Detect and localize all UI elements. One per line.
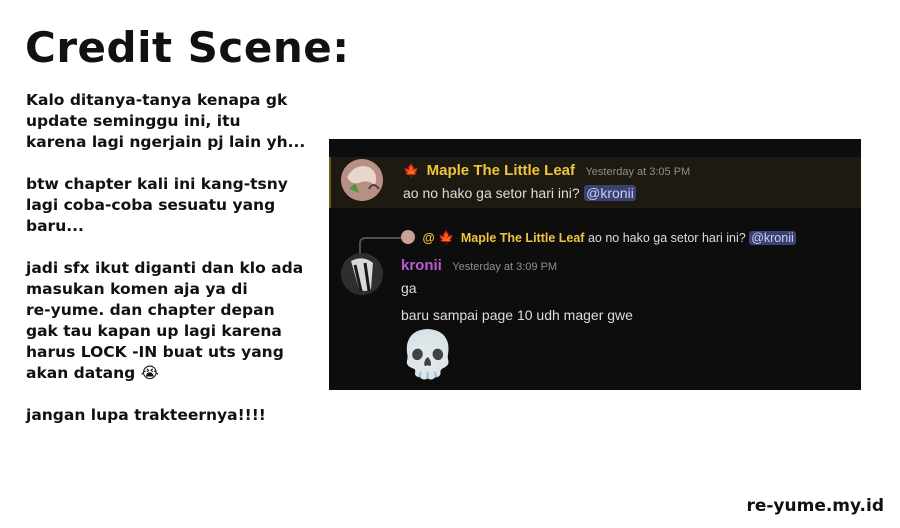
message-text: ao no hako ga setor hari ini? xyxy=(403,185,580,201)
skull-emoji-icon: 💀 xyxy=(399,328,457,380)
chat-message-maple: 🍁 Maple The Little Leaf Yesterday at 3:0… xyxy=(329,157,861,208)
user-mention[interactable]: @kronii xyxy=(584,185,636,201)
site-url: re-yume.my.id xyxy=(746,496,884,516)
timestamp: Yesterday at 3:05 PM xyxy=(585,166,691,178)
chat-screenshot: 🍁 Maple The Little Leaf Yesterday at 3:0… xyxy=(329,139,861,390)
message-header: kronii Yesterday at 3:09 PM xyxy=(401,257,557,275)
maple-leaf-icon: 🍁 xyxy=(403,163,420,178)
message-text: ga xyxy=(401,280,417,296)
timestamp: Yesterday at 3:09 PM xyxy=(452,261,558,273)
avatar[interactable] xyxy=(341,159,383,201)
message-body: ao no hako ga setor hari ini? @kronii xyxy=(403,185,636,203)
page-title: Credit Scene: xyxy=(25,23,350,72)
reply-reference[interactable]: @ 🍁 Maple The Little Leaf ao no hako ga … xyxy=(401,230,796,246)
message-text: baru sampai page 10 udh mager gwe xyxy=(401,307,633,323)
message-header: 🍁 Maple The Little Leaf Yesterday at 3:0… xyxy=(403,162,690,180)
reply-avatar xyxy=(401,230,415,244)
reply-connector xyxy=(359,237,401,253)
avatar[interactable] xyxy=(341,253,383,295)
maple-leaf-icon: 🍁 xyxy=(438,230,455,245)
reply-author: Maple The Little Leaf xyxy=(460,231,585,245)
note-paragraph: jangan lupa trakteernya!!!! xyxy=(26,406,266,424)
note-paragraph: Kalo ditanya-tanya kenapa gk update semi… xyxy=(26,91,306,151)
author-name[interactable]: Maple The Little Leaf xyxy=(427,162,575,179)
reply-mention[interactable]: @kronii xyxy=(749,231,796,245)
note-paragraph: jadi sfx ikut diganti dan klo ada masuka… xyxy=(26,259,304,382)
note-paragraph: btw chapter kali ini kang-tsny lagi coba… xyxy=(26,175,288,235)
notes-text: Kalo ditanya-tanya kenapa gk update semi… xyxy=(26,90,306,447)
reply-text: ao no hako ga setor hari ini? xyxy=(587,231,746,245)
reply-at-sign: @ xyxy=(422,231,435,245)
author-name[interactable]: kronii xyxy=(401,257,442,274)
